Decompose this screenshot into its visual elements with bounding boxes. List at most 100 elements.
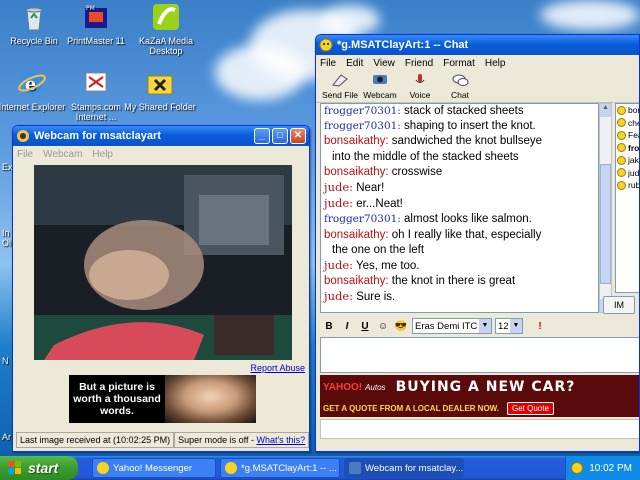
color-icon[interactable]: ☺ (374, 321, 392, 332)
italic-button[interactable]: I (338, 321, 356, 332)
close-button[interactable]: ✕ (290, 128, 306, 144)
ad-headline: BUYING A NEW CAR? (395, 379, 576, 395)
chat-toolbar: Send File Webcam Voice Chat (316, 71, 639, 103)
message-author: bonsaikathy: (324, 165, 389, 178)
voice-button[interactable]: Voice (400, 71, 440, 102)
taskbar-item-yahoo-messenger[interactable]: Yahoo! Messenger (92, 458, 216, 478)
buddy-item[interactable]: Fearle (616, 129, 639, 142)
bold-button[interactable]: B (320, 321, 338, 332)
buddy-name: chelyh (628, 117, 639, 128)
scroll-up-icon[interactable]: ▲ (600, 104, 611, 117)
im-button[interactable]: IM (603, 296, 635, 314)
transcript-scrollbar[interactable]: ▲ ▼ (599, 103, 612, 313)
menu-format[interactable]: Format (443, 58, 475, 69)
message-text: the knot in there is great (388, 275, 516, 288)
message-author: jude: (324, 258, 354, 273)
whats-this-link[interactable]: What's this? (256, 435, 305, 445)
desktop-edge-label: Ex (2, 162, 13, 172)
chat-message: jude: Near! (324, 180, 595, 196)
message-text: Sure is. (353, 291, 396, 304)
stamps[interactable]: Stamps.com Internet ... (59, 68, 133, 122)
desktop-edge-label: Ar (2, 432, 11, 442)
menu-file[interactable]: File (320, 58, 336, 69)
message-author: bonsaikathy: (324, 135, 389, 148)
message-input[interactable] (320, 337, 639, 373)
microphone-icon (415, 74, 425, 83)
clock: 10:02 PM (589, 462, 632, 474)
font-select[interactable]: Eras Demi ITC ▼ (412, 318, 492, 334)
webcam-ad-banner[interactable]: But a picture is worth a thousand words. (69, 375, 256, 423)
start-button[interactable]: start (0, 456, 78, 480)
webcam-button[interactable]: Webcam (360, 71, 400, 102)
buddy-list[interactable]: bonsachelyh Fearlefrogg jakmiajude rubens (615, 103, 640, 293)
webcam-icon (17, 130, 29, 142)
chat-titlebar[interactable]: *g.MSATClayArt:1 -- Chat (316, 35, 639, 55)
taskbar-item-webcam[interactable]: Webcam for msatclay... (344, 458, 464, 478)
smiley-icon (617, 143, 626, 153)
font-size-select[interactable]: 12 ▼ (495, 318, 523, 334)
buddy-item[interactable]: jakmia (616, 154, 639, 167)
cloud (540, 0, 640, 30)
menu-view[interactable]: View (373, 58, 395, 69)
message-text: shaping to insert the knot. (400, 120, 536, 133)
cloud (215, 45, 305, 100)
menu-help[interactable]: Help (485, 58, 506, 69)
kazaa[interactable]: KaZaA Media Desktop (129, 2, 203, 56)
message-text: almost looks like salmon. (400, 213, 532, 226)
windows-flag-icon (8, 461, 21, 474)
menu-file[interactable]: File (17, 149, 33, 160)
chevron-down-icon: ▼ (479, 319, 491, 333)
chat-button[interactable]: Chat (440, 71, 480, 102)
buddy-item[interactable]: bonsa (616, 104, 639, 117)
buddy-name: Fearle (628, 130, 639, 141)
smiley-icon (617, 118, 626, 128)
format-toolbar: B I U ☺ 😎 Eras Demi ITC ▼ 12 ▼ ! (320, 317, 635, 335)
message-author: bonsaikathy: (324, 275, 389, 288)
buddy-item[interactable]: chelyh (616, 117, 639, 130)
webcam-statusbar: Last image received at (10:02:25 PM) Sup… (16, 432, 309, 448)
buzz-icon[interactable]: ! (531, 321, 549, 332)
chat-transcript[interactable]: frogger70301: stack of stacked sheets fro… (320, 103, 599, 313)
messenger-tray-icon[interactable] (571, 462, 584, 474)
emoticon-icon[interactable]: 😎 (392, 321, 410, 332)
webcam-icon (373, 75, 387, 84)
buddy-item[interactable]: frogg (616, 142, 640, 155)
buddy-item[interactable]: rubens (616, 179, 640, 192)
underline-button[interactable]: U (356, 321, 374, 332)
message-text: sandwiched the knot bullseye (388, 135, 543, 148)
minimize-button[interactable]: _ (254, 128, 270, 144)
menu-edit[interactable]: Edit (346, 58, 363, 69)
buddy-name: rubens (628, 180, 640, 191)
chat-message: bonsaikathy: oh I really like that, espe… (324, 228, 595, 243)
message-author: frogger70301: (324, 213, 401, 226)
buddy-name: frogg (628, 142, 640, 153)
maximize-button[interactable]: □ (272, 128, 288, 144)
send-file-button[interactable]: Send File (320, 71, 360, 102)
menu-webcam[interactable]: Webcam (43, 149, 82, 160)
shared-folder[interactable]: My Shared Folder (123, 68, 197, 112)
webcam-icon (349, 462, 361, 474)
buddy-item[interactable]: jude (616, 167, 639, 180)
chat-message: frogger70301: stack of stacked sheets (324, 104, 595, 119)
message-author: bonsaikathy: (324, 228, 389, 241)
desktop-edge-label: In (2, 228, 10, 238)
scroll-thumb[interactable] (600, 164, 611, 284)
message-text: er...Neat! (353, 198, 403, 211)
yahoo-smiley-icon (97, 462, 109, 474)
ad-brand: YAHOO! (323, 381, 363, 393)
printmaster[interactable]: PM PrintMaster 11 (59, 2, 133, 46)
taskbar-item-chat[interactable]: *g.MSATClayArt:1 -- ... (220, 458, 340, 478)
menu-help[interactable]: Help (92, 149, 113, 160)
report-abuse-link[interactable]: Report Abuse (250, 363, 305, 373)
last-image-status: Last image received at (10:02:25 PM) (16, 432, 175, 448)
recycle-bin-icon (25, 7, 43, 31)
menu-friend[interactable]: Friend (405, 58, 433, 69)
webcam-window: Webcam for msatclayart _ □ ✕ File Webcam… (12, 125, 310, 452)
get-quote-button[interactable]: Get Quote (507, 401, 554, 415)
webcam-titlebar[interactable]: Webcam for msatclayart _ □ ✕ (13, 126, 309, 146)
smiley-icon (617, 180, 626, 190)
message-text-continued: into the middle of the stacked sheets (332, 150, 519, 163)
chat-window-icon (319, 38, 333, 52)
yahoo-autos-ad[interactable]: YAHOO! Autos BUYING A NEW CAR? GET A QUO… (320, 375, 639, 417)
message-author: frogger70301: (324, 120, 401, 133)
